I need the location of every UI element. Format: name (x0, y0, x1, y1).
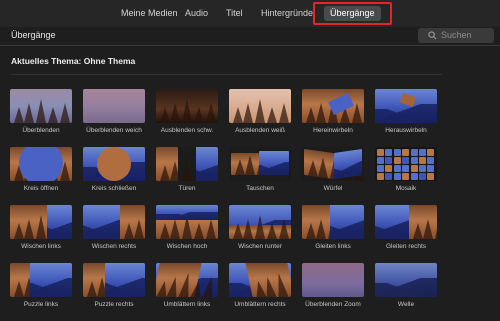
transition-thumbnail[interactable] (302, 147, 364, 181)
transition-thumbnail[interactable] (302, 205, 364, 239)
transition-label: Wischen rechts (91, 243, 137, 250)
transition-label: Mosaik (395, 185, 417, 192)
transition-item[interactable]: Kreis öffnen (10, 147, 72, 205)
transition-thumbnail[interactable] (156, 147, 218, 181)
transition-thumbnail[interactable] (375, 147, 437, 181)
transition-thumbnail[interactable] (302, 89, 364, 123)
transition-thumbnail[interactable] (83, 147, 145, 181)
transition-thumbnail[interactable] (156, 263, 218, 297)
transition-thumbnail[interactable] (229, 147, 291, 181)
transition-thumbnail[interactable] (229, 263, 291, 297)
transition-item[interactable]: Überblenden (10, 89, 72, 147)
transition-thumbnail[interactable] (10, 205, 72, 239)
transition-label: Gleiten rechts (385, 243, 427, 250)
transition-thumbnail[interactable] (156, 205, 218, 239)
tab-audio[interactable]: Audio (185, 5, 208, 22)
transition-label: Wischen hoch (166, 243, 208, 250)
search-placeholder: Suchen (441, 30, 472, 40)
transition-thumbnail[interactable] (375, 89, 437, 123)
transition-item[interactable]: Wischen rechts (83, 205, 145, 263)
transition-label: Puzzle links (23, 301, 59, 308)
header-divider (0, 45, 500, 46)
transition-item[interactable]: Ausblenden weiß (229, 89, 291, 147)
transition-item[interactable]: Wischen runter (229, 205, 291, 263)
transition-label: Türen (178, 185, 196, 192)
transition-item[interactable]: Puzzle rechts (83, 263, 145, 321)
transition-thumbnail[interactable] (375, 205, 437, 239)
transition-thumbnail[interactable] (302, 263, 364, 297)
search-field[interactable]: Suchen (418, 28, 494, 43)
search-icon (428, 31, 437, 40)
transition-thumbnail[interactable] (375, 263, 437, 297)
transition-label: Ausblenden schw. (160, 127, 214, 134)
transition-item[interactable]: Gleiten links (302, 205, 364, 263)
transition-item[interactable]: Umblättern links (156, 263, 218, 321)
transition-label: Hereinwirbeln (313, 127, 353, 134)
transition-item[interactable]: Wischen hoch (156, 205, 218, 263)
transition-thumbnail[interactable] (229, 205, 291, 239)
tab-titel[interactable]: Titel (226, 5, 243, 22)
transition-label: Kreis schließen (91, 185, 137, 192)
transition-label: Überblenden Zoom (305, 301, 361, 308)
media-tab-bar: Meine Medien Audio Titel Hintergründe Üb… (0, 0, 500, 27)
transition-thumbnail[interactable] (229, 89, 291, 123)
transition-label: Herauswirbeln (385, 127, 427, 134)
transition-item[interactable]: Umblättern rechts (229, 263, 291, 321)
theme-label: Aktuelles Thema: Ohne Thema (11, 56, 136, 66)
theme-divider (11, 74, 442, 75)
transition-label: Umblättern rechts (234, 301, 286, 308)
transition-item[interactable]: Puzzle links (10, 263, 72, 321)
transition-item[interactable]: Kreis schließen (83, 147, 145, 205)
transition-item[interactable]: Hereinwirbeln (302, 89, 364, 147)
transition-label: Wischen runter (238, 243, 282, 250)
transition-label: Puzzle rechts (94, 301, 134, 308)
tab-uebergaenge[interactable]: Übergänge (313, 2, 392, 25)
transition-label: Überblenden (22, 127, 60, 134)
transition-label: Wischen links (21, 243, 61, 250)
transition-item[interactable]: Überblenden weich (83, 89, 145, 147)
transition-label: Überblenden weich (86, 127, 142, 134)
transition-item[interactable]: Mosaik (375, 147, 437, 205)
tab-meine-medien[interactable]: Meine Medien (121, 5, 178, 22)
transition-label: Würfel (323, 185, 343, 192)
transition-thumbnail[interactable] (10, 89, 72, 123)
transition-label: Tauschen (246, 185, 274, 192)
transition-item[interactable]: Tauschen (229, 147, 291, 205)
transition-item[interactable]: Herauswirbeln (375, 89, 437, 147)
transition-item[interactable]: Ausblenden schw. (156, 89, 218, 147)
transition-item[interactable]: Gleiten rechts (375, 205, 437, 263)
transition-label: Ausblenden weiß (235, 127, 285, 134)
browser-header: Übergänge Suchen (0, 27, 500, 45)
transition-thumbnail[interactable] (83, 89, 145, 123)
transition-item[interactable]: Überblenden Zoom (302, 263, 364, 321)
section-title: Übergänge (11, 30, 56, 40)
transition-label: Kreis öffnen (23, 185, 59, 192)
transition-item[interactable]: Würfel (302, 147, 364, 205)
transition-label: Welle (397, 301, 415, 308)
transition-item[interactable]: Türen (156, 147, 218, 205)
transitions-grid: Überblenden Überblenden weich Ausblenden s… (10, 89, 446, 321)
transition-label: Gleiten links (315, 243, 351, 250)
transition-item[interactable]: Welle (375, 263, 437, 321)
transition-item[interactable]: Wischen links (10, 205, 72, 263)
transition-label: Umblättern links (163, 301, 211, 308)
tab-hintergruende[interactable]: Hintergründe (261, 5, 313, 22)
transition-thumbnail[interactable] (83, 205, 145, 239)
transition-thumbnail[interactable] (156, 89, 218, 123)
transition-thumbnail[interactable] (83, 263, 145, 297)
transition-thumbnail[interactable] (10, 147, 72, 181)
tab-uebergaenge-label: Übergänge (324, 6, 381, 21)
transition-thumbnail[interactable] (10, 263, 72, 297)
